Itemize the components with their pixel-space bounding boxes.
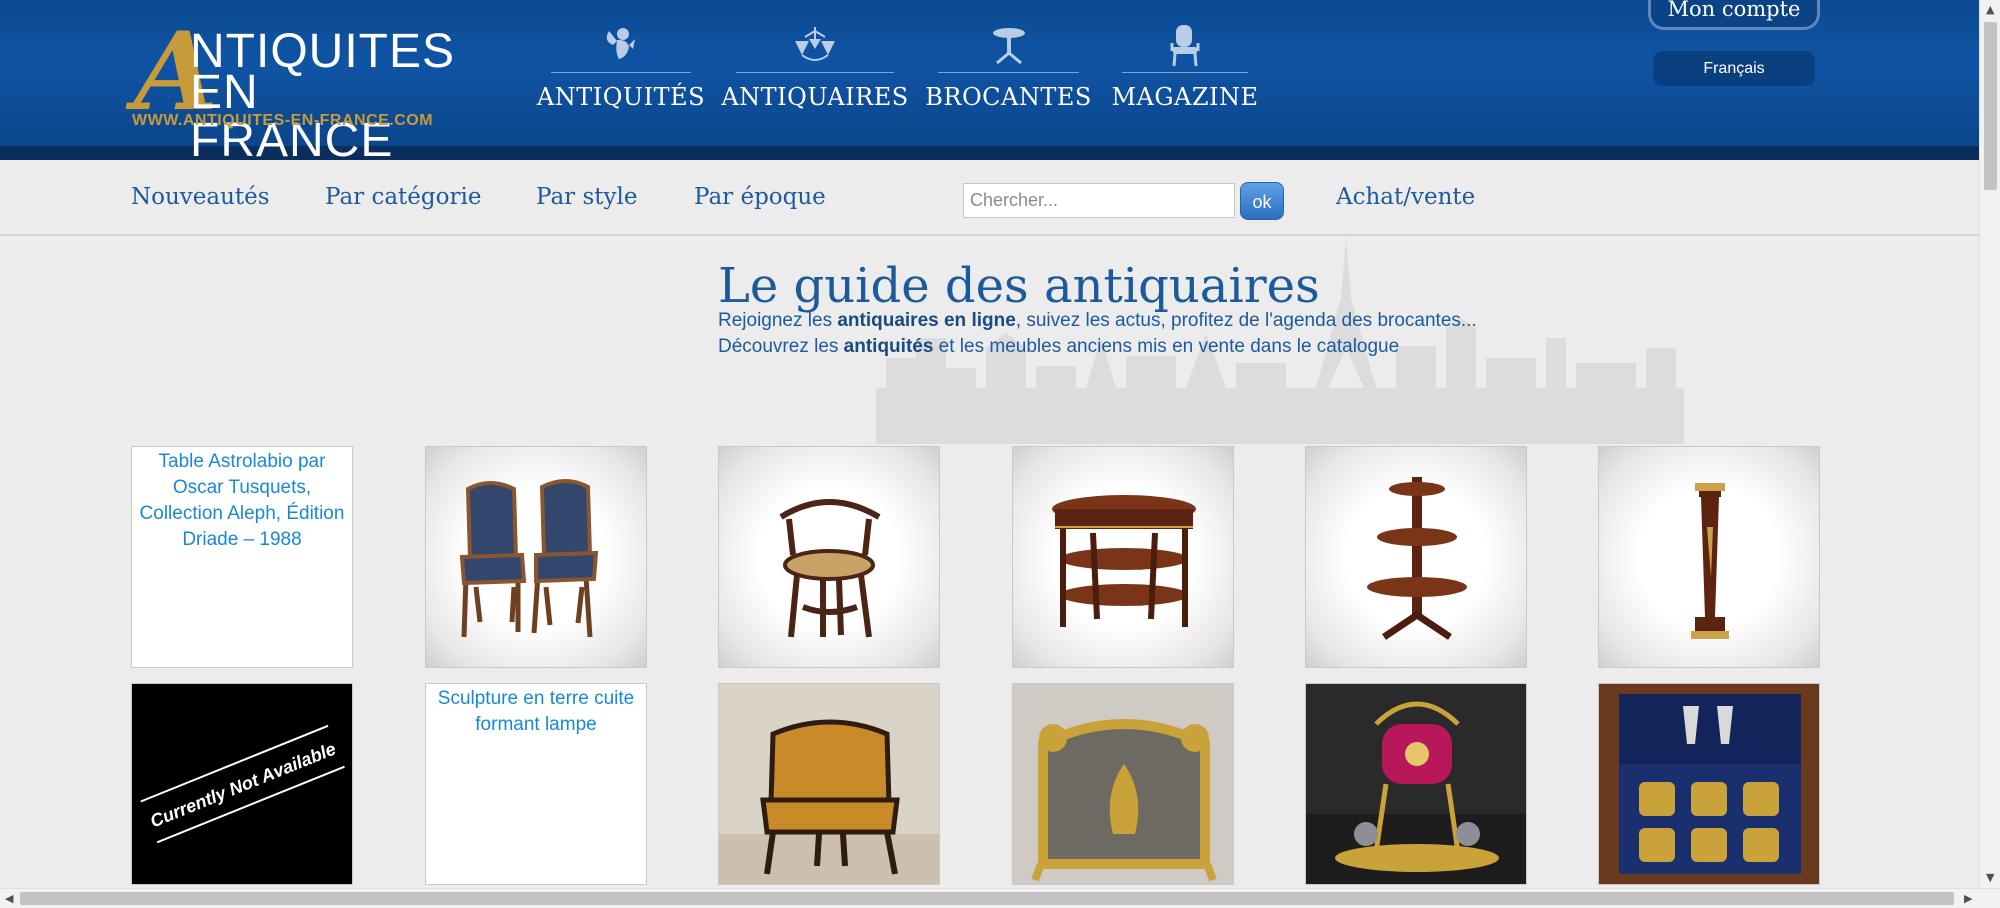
subnav-achat-vente[interactable]: Achat/vente <box>1336 184 1475 210</box>
scroll-down-arrow-icon[interactable]: ▼ <box>1986 872 1994 883</box>
pair-of-chairs-image <box>459 479 599 638</box>
chandelier-icon <box>791 22 839 68</box>
search-ok-button[interactable]: ok <box>1240 182 1284 220</box>
pedestal-table-icon <box>991 22 1027 68</box>
product-tile-sculpture-lamp[interactable]: Sculpture en terre cuite formant lampe <box>425 683 647 885</box>
product-tile-not-available[interactable]: Currently Not Available <box>131 683 353 885</box>
product-tile-fire-screen[interactable] <box>1012 683 1234 885</box>
leather-armchair-image <box>719 719 939 884</box>
page-title: Le guide des antiquaires <box>718 258 1320 314</box>
scroll-left-arrow-icon[interactable]: ◀ <box>5 893 13 904</box>
product-tile-liquor-box[interactable] <box>1598 683 1820 885</box>
nav-magazine[interactable]: MAGAZINE <box>1111 22 1258 112</box>
nav-brocantes[interactable]: BROCANTES <box>925 22 1091 112</box>
broken-image-alt[interactable]: Sculpture en terre cuite formant lampe <box>426 684 646 740</box>
fire-screen-image <box>1031 719 1217 882</box>
dumbwaiter-table-image <box>1367 477 1467 640</box>
not-available-text: Currently Not Available <box>147 739 338 832</box>
product-tile-column[interactable] <box>1598 446 1820 668</box>
nav-label: ANTIQUAIRES <box>721 83 909 111</box>
nav-antiquites[interactable]: ANTIQUITÉS <box>537 22 705 112</box>
intro-line-1-post: , suivez les actus, profitez de l'agenda… <box>1015 310 1477 331</box>
intro-line-2-post: et les meubles anciens mis en vente dans… <box>933 336 1400 357</box>
horizontal-scroll-thumb[interactable] <box>20 892 1954 905</box>
product-tile-leather-armchair[interactable] <box>718 683 940 885</box>
nav-rule <box>938 72 1079 73</box>
nav-antiquaires[interactable]: ANTIQUAIRES <box>721 22 908 112</box>
nav-label: ANTIQUITÉS <box>536 83 706 111</box>
liqueur-cellar-image <box>1306 701 1526 884</box>
product-tile-astrolabio[interactable]: Table Astrolabio par Oscar Tusquets, Col… <box>131 446 353 668</box>
oval-side-table-image <box>1052 495 1196 627</box>
site-header: A NTIQUITES EN FRANCE WWW.ANTIQUITES-EN-… <box>0 0 1979 165</box>
subnav-par-epoque[interactable]: Par époque <box>694 184 826 210</box>
nav-label: MAGAZINE <box>1111 83 1259 111</box>
product-tile-side-table[interactable] <box>1012 446 1234 668</box>
page: A NTIQUITES EN FRANCE WWW.ANTIQUITES-EN-… <box>0 0 2000 908</box>
intro-line-1: Rejoignez les antiquaires en ligne, suiv… <box>718 310 1477 332</box>
nav-rule <box>736 72 894 73</box>
language-selector[interactable]: Français <box>1653 51 1815 86</box>
subnav-par-categorie[interactable]: Par catégorie <box>325 184 481 210</box>
vertical-scroll-thumb[interactable] <box>1984 22 1997 190</box>
cherub-icon <box>601 22 641 68</box>
logo-url: WWW.ANTIQUITES-EN-FRANCE.COM <box>132 112 434 129</box>
broken-image-alt[interactable]: Table Astrolabio par Oscar Tusquets, Col… <box>132 447 352 555</box>
liquor-box-image <box>1619 694 1801 874</box>
account-button[interactable]: Mon compte <box>1648 0 1820 30</box>
subnav-par-style[interactable]: Par style <box>536 184 637 210</box>
product-tile-chairs[interactable] <box>425 446 647 668</box>
intro-line-1-pre: Rejoignez les <box>718 310 838 331</box>
vertical-scrollbar[interactable]: ▲ ▼ <box>1979 0 2000 888</box>
nav-rule <box>551 72 691 73</box>
pedestal-column-image <box>1691 483 1729 639</box>
scroll-right-arrow-icon[interactable]: ▶ <box>1964 893 1972 904</box>
site-logo[interactable]: A NTIQUITES EN FRANCE WWW.ANTIQUITES-EN-… <box>130 18 454 165</box>
link-antiquites[interactable]: antiquités <box>844 336 934 357</box>
product-tile-dumbwaiter[interactable] <box>1305 446 1527 668</box>
horizontal-scrollbar[interactable]: ◀ ▶ <box>0 888 2000 908</box>
product-tile-bentwood-chair[interactable] <box>718 446 940 668</box>
nav-label: BROCANTES <box>925 83 1092 111</box>
intro-line-2-pre: Découvrez les <box>718 336 844 357</box>
category-nav: Nouveautés Par catégorie Par style Par é… <box>0 160 1979 236</box>
product-tile-liqueur-set[interactable] <box>1305 683 1527 885</box>
armchair-icon <box>1169 22 1201 68</box>
scroll-up-arrow-icon[interactable]: ▲ <box>1986 4 1994 15</box>
subnav-nouveautes[interactable]: Nouveautés <box>131 184 270 210</box>
not-available-image: Currently Not Available <box>140 724 345 844</box>
bentwood-chair-image <box>779 499 881 638</box>
link-antiquaires-en-ligne[interactable]: antiquaires en ligne <box>837 310 1015 331</box>
nav-rule <box>1122 72 1248 73</box>
intro-line-2: Découvrez les antiquités et les meubles … <box>718 336 1399 358</box>
search-input[interactable] <box>963 183 1235 218</box>
